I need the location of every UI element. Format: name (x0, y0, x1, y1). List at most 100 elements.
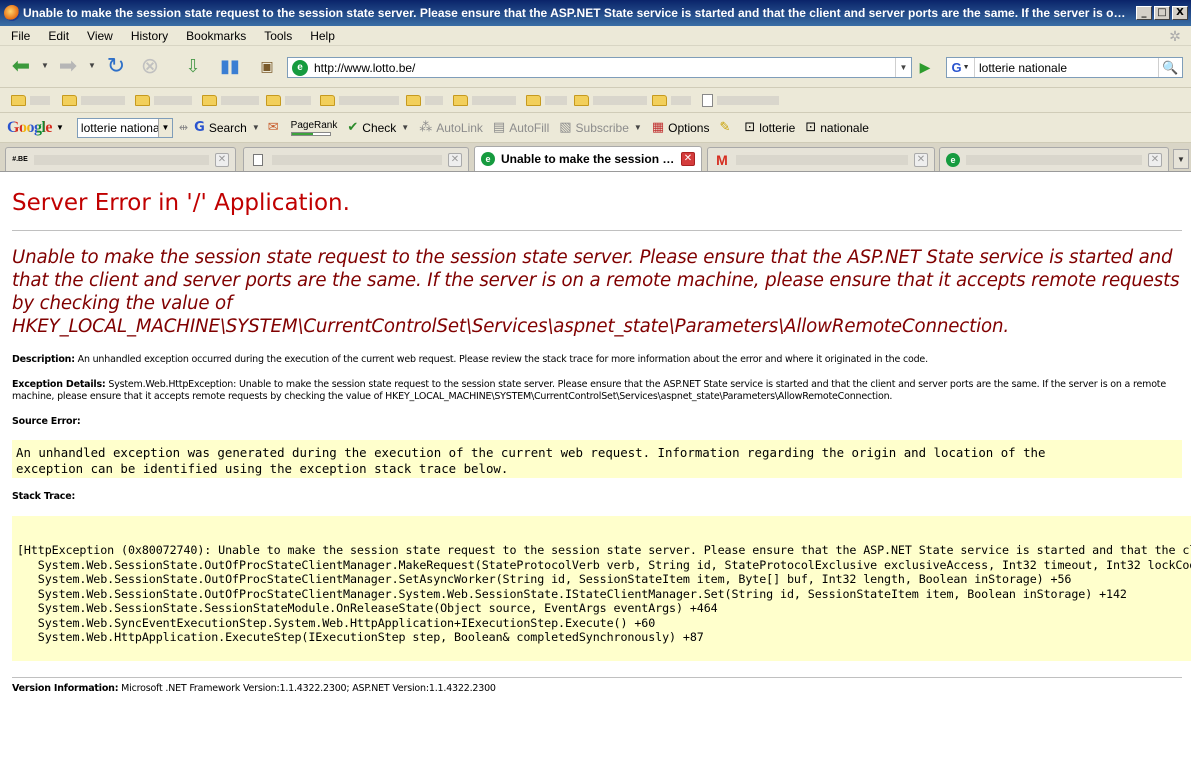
google-logo[interactable]: Google (7, 119, 53, 137)
magnifier-icon[interactable]: 🔍 (1158, 58, 1182, 77)
google-toolbar: Google ▼ lotterie nationale ▼ ⇹ GSearch ▼… (0, 113, 1191, 143)
tab[interactable]: e ✕ (939, 147, 1169, 171)
folder-icon (453, 95, 468, 106)
menu-file[interactable]: File (0, 29, 37, 43)
menu-history[interactable]: History (120, 29, 175, 43)
google-query-input[interactable]: lotterie nationale (81, 121, 158, 135)
subscribe-button[interactable]: ▧ Subscribe ▼ (559, 120, 642, 135)
tab-label (34, 154, 209, 165)
news-button[interactable]: ✉ (268, 120, 283, 135)
bookmark-folder[interactable] (453, 94, 516, 107)
exception-details: Exception Details: System.Web.HttpExcept… (12, 379, 1172, 403)
stack-trace-box: [HttpException (0x80072740): Unable to m… (12, 516, 1191, 661)
source-error-label: Source Error: (12, 416, 81, 427)
bookmark-folder[interactable] (526, 94, 567, 107)
search-box[interactable]: G ▼ lotterie nationale 🔍 (946, 57, 1183, 78)
tab[interactable]: M ✕ (707, 147, 935, 171)
tab-close-icon[interactable]: ✕ (448, 152, 462, 167)
bookmark-folder[interactable] (574, 94, 647, 107)
pagerank-label: PageRank (290, 119, 338, 131)
tab-close-icon[interactable]: ✕ (681, 152, 695, 166)
bookmark-sidebar-icon[interactable]: ▮▮ (217, 54, 243, 80)
check-dropdown-icon[interactable]: ▼ (401, 123, 409, 132)
exception-details-text: System.Web.HttpException: Unable to make… (12, 379, 1166, 402)
bookmark-folder[interactable] (202, 94, 259, 107)
google-g-icon: G (194, 120, 205, 135)
stop-icon[interactable]: ⊗ (137, 54, 163, 80)
google-engine-icon: G (951, 60, 962, 75)
forward-dropdown-icon[interactable]: ▼ (88, 61, 96, 70)
tab-close-icon[interactable]: ✕ (914, 152, 928, 167)
highlight-term-lotterie[interactable]: ⊡ lotterie (744, 120, 795, 135)
highlight-button[interactable]: ✎ (719, 120, 734, 135)
options-label: Options (668, 120, 710, 135)
menu-bookmarks[interactable]: Bookmarks (175, 29, 253, 43)
menu-view[interactable]: View (76, 29, 120, 43)
forward-button[interactable]: ➡ (55, 54, 81, 80)
url-input[interactable]: http://www.lotto.be/ (314, 61, 895, 75)
google-search-label: Search (208, 120, 247, 135)
source-error-box: An unhandled exception was generated dur… (12, 440, 1182, 478)
spell-check-button[interactable]: ✔ Check ▼ (347, 120, 409, 135)
folder-icon (526, 95, 541, 106)
camera-icon[interactable]: ▣ (254, 54, 280, 80)
tab-list-dropdown-icon[interactable]: ▼ (1173, 149, 1189, 169)
autolink-button[interactable]: ⁂ AutoLink (419, 120, 483, 135)
folder-icon (266, 95, 281, 106)
google-search-button[interactable]: G Search ▼ (194, 120, 260, 135)
google-query-dropdown-icon[interactable]: ▼ (157, 118, 172, 137)
autofill-button[interactable]: ▤ AutoFill (493, 120, 549, 135)
window-title: Unable to make the session state request… (23, 6, 1136, 20)
bookmark-folder[interactable] (406, 94, 443, 107)
pagerank-bar (290, 131, 331, 136)
resize-handle-icon[interactable]: ⇹ (179, 121, 188, 134)
folder-icon (320, 95, 335, 106)
source-error-heading: Source Error: (12, 416, 1172, 428)
google-menu-dropdown-icon[interactable]: ▼ (56, 123, 64, 132)
search-input[interactable]: lotterie nationale (975, 61, 1158, 75)
search-dropdown-icon[interactable]: ▼ (252, 123, 260, 132)
pagerank-indicator[interactable]: PageRank (290, 119, 338, 136)
download-icon[interactable]: ⇩ (180, 54, 206, 80)
gmail-icon: M (716, 151, 728, 168)
find-term-icon: ⊡ (805, 120, 817, 135)
google-search-select[interactable]: lotterie nationale ▼ (76, 117, 173, 138)
address-bar[interactable]: e http://www.lotto.be/ ▼ (287, 57, 912, 78)
highlight-term-label: lotterie (759, 120, 796, 135)
highlight-term-nationale[interactable]: ⊡ nationale (805, 120, 869, 135)
bookmark-folder[interactable] (652, 94, 691, 107)
bookmark-folder[interactable] (320, 94, 399, 107)
menu-help[interactable]: Help (299, 29, 342, 43)
reload-icon[interactable]: ↻ (103, 54, 129, 80)
search-engine-selector[interactable]: G ▼ (947, 58, 975, 77)
bookmarks-toolbar (0, 88, 1191, 113)
tab[interactable]: ✕ (243, 147, 469, 171)
back-dropdown-icon[interactable]: ▼ (41, 61, 49, 70)
bookmark-folder[interactable] (62, 94, 125, 107)
bookmark-folder[interactable] (11, 94, 50, 107)
maximize-button[interactable]: □ (1154, 6, 1170, 20)
bookmark-folder[interactable] (135, 94, 192, 107)
bookmark-folder[interactable] (266, 94, 311, 107)
window-title-bar[interactable]: Unable to make the session state request… (0, 0, 1191, 26)
menu-edit[interactable]: Edit (37, 29, 76, 43)
minimize-button[interactable]: _ (1136, 6, 1152, 20)
tab-close-icon[interactable]: ✕ (1148, 152, 1162, 167)
tab[interactable]: #.BE ✕ (5, 147, 236, 171)
bookmark-page[interactable] (702, 94, 779, 107)
go-arrow-icon[interactable]: ▶ (915, 59, 935, 77)
options-button[interactable]: ▦ Options (652, 120, 710, 135)
back-button[interactable]: ⬅ (8, 54, 34, 80)
tab-active[interactable]: e Unable to make the session s... ✕ (474, 146, 702, 171)
close-button[interactable]: X (1172, 6, 1188, 20)
url-history-dropdown-icon[interactable]: ▼ (895, 58, 911, 77)
tab-close-icon[interactable]: ✕ (215, 152, 229, 167)
news-icon: ✉ (267, 120, 279, 135)
navigation-toolbar: ⬅ ▼ ➡ ▼ ↻ ⊗ ⇩ ▮▮ ▣ e http://www.lotto.be… (0, 46, 1191, 88)
description-text: An unhandled exception occurred during t… (74, 354, 928, 365)
find-term-icon: ⊡ (744, 120, 756, 135)
folder-icon (652, 95, 667, 106)
subscribe-dropdown-icon[interactable]: ▼ (634, 123, 642, 132)
menu-tools[interactable]: Tools (253, 29, 299, 43)
folder-icon (202, 95, 217, 106)
